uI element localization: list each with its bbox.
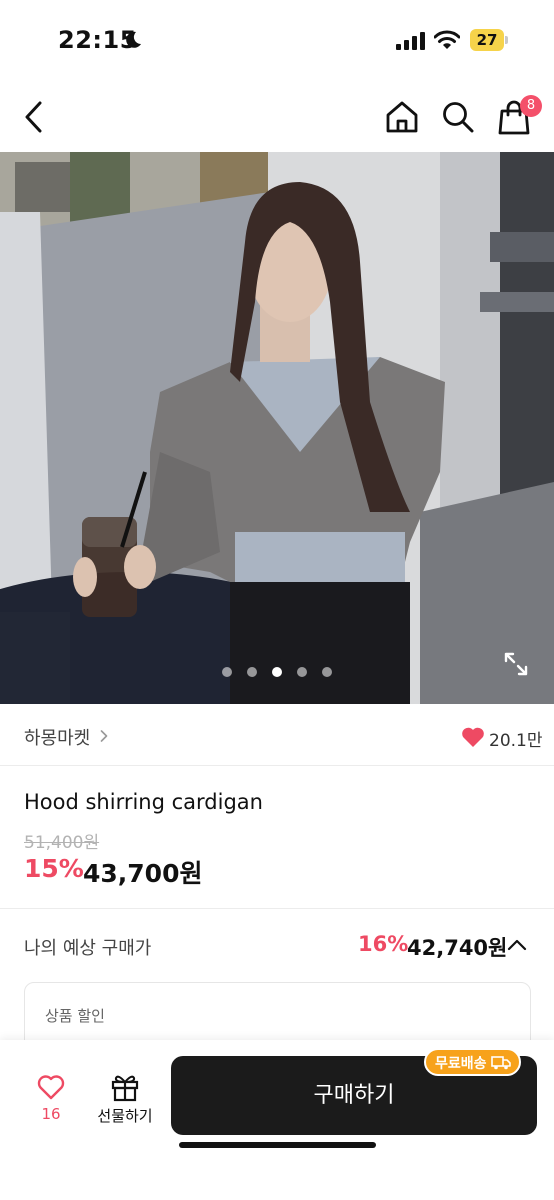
product-info: Hood shirring cardigan 51,400원 15% 43,70… [0, 766, 554, 909]
carousel-dot[interactable] [222, 667, 232, 677]
cart-count-badge: 8 [520, 95, 542, 117]
signal-icon [396, 32, 425, 50]
product-image-gallery[interactable] [0, 152, 554, 704]
wifi-icon [434, 30, 460, 49]
truck-icon [490, 1056, 511, 1070]
top-nav-bar: 8 [0, 80, 554, 152]
product-title: Hood shirring cardigan [24, 790, 263, 814]
status-bar: 22:15 27 [0, 0, 554, 80]
carousel-dot-active[interactable] [272, 667, 282, 677]
expected-price: 42,740원 [407, 936, 508, 960]
carousel-indicator [0, 664, 554, 680]
bottom-action-bar: 16 선물하기 구매하기 무료배송 [0, 1040, 554, 1200]
expand-icon[interactable] [503, 651, 529, 677]
home-indicator [179, 1142, 376, 1148]
product-discount-label: 상품 할인 [45, 1007, 105, 1025]
gift-button[interactable]: 선물하기 [92, 1070, 158, 1130]
back-icon[interactable] [20, 98, 48, 136]
wishlist-button[interactable]: 16 [24, 1070, 78, 1130]
heart-outline-icon [37, 1075, 65, 1100]
discount-rate: 15% [24, 854, 84, 883]
expected-discount-rate: 16% [358, 932, 409, 956]
battery-icon: 27 [470, 29, 508, 51]
store-name[interactable]: 하몽마켓 [24, 724, 90, 750]
expected-price-row[interactable]: 나의 예상 구매가 16% 42,740원 [0, 910, 554, 980]
carousel-dot[interactable] [247, 667, 257, 677]
heart-filled-icon[interactable] [461, 726, 485, 748]
home-icon[interactable] [384, 100, 420, 134]
wishlist-count: 16 [41, 1105, 61, 1123]
like-count: 20.1만 [489, 731, 543, 751]
original-price: 51,400원 [24, 833, 100, 853]
store-row[interactable]: 하몽마켓 20.1만 [0, 704, 554, 766]
free-shipping-badge: 무료배송 [424, 1048, 521, 1076]
carousel-dot[interactable] [297, 667, 307, 677]
battery-level: 27 [476, 31, 498, 49]
gift-icon [111, 1075, 139, 1102]
product-photo [0, 152, 554, 704]
moon-icon [126, 31, 141, 48]
search-icon[interactable] [441, 100, 475, 134]
gift-label: 선물하기 [97, 1107, 153, 1125]
chevron-up-icon[interactable] [507, 938, 527, 951]
carousel-dot[interactable] [322, 667, 332, 677]
sale-price: 43,700원 [83, 859, 203, 888]
expected-price-label: 나의 예상 구매가 [24, 938, 152, 959]
chevron-right-icon [100, 730, 108, 742]
free-shipping-label: 무료배송 [435, 1056, 487, 1072]
